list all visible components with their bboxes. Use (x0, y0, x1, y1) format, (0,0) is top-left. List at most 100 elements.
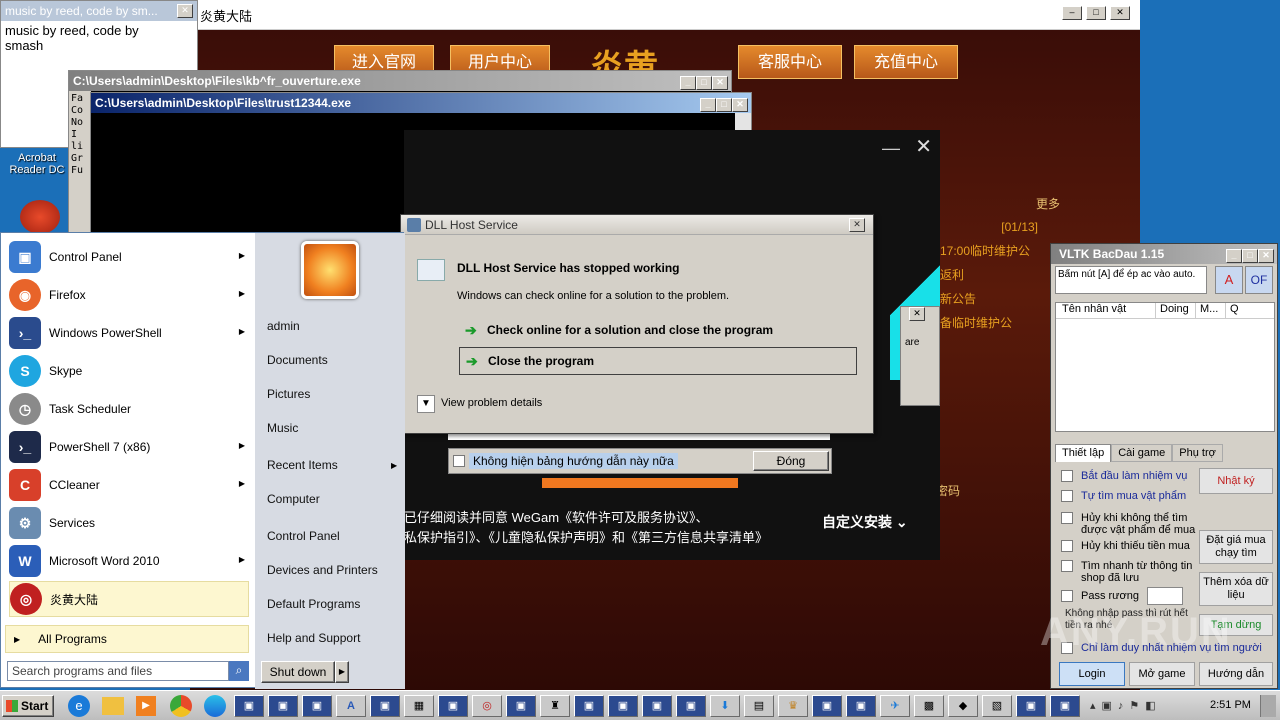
place-recent-items[interactable]: Recent Items (267, 458, 338, 472)
place-help-support[interactable]: Help and Support (267, 631, 360, 645)
close-icon[interactable]: ✕ (1258, 249, 1274, 263)
col-name[interactable]: Tên nhân vật (1056, 303, 1156, 318)
system-tray-icons[interactable]: ▴▣♪⚑◧ (1090, 699, 1162, 712)
news-item[interactable]: 新公告 (940, 287, 1050, 311)
place-documents[interactable]: Documents (267, 353, 328, 367)
taskbar-app[interactable]: ▣ (642, 695, 672, 717)
place-devices-printers[interactable]: Devices and Printers (267, 563, 378, 577)
clock[interactable]: 2:51 PM (1210, 699, 1251, 711)
taskbar-app[interactable]: ♜ (540, 695, 570, 717)
pass-input[interactable] (1147, 587, 1183, 605)
taskbar-app[interactable]: ▦ (404, 695, 434, 717)
shutdown-options-icon[interactable]: ▶ (335, 661, 349, 683)
agreement-line[interactable]: 已仔细阅读并同意 WeGam《软件许可及服务协议》、 (404, 508, 774, 528)
view-details-link[interactable]: View problem details (441, 397, 542, 409)
taskbar-app[interactable]: ✈ (880, 695, 910, 717)
news-more-link[interactable]: 更多 (1036, 195, 1060, 212)
minimize-icon[interactable]: – (1062, 6, 1082, 20)
taskbar-app[interactable]: ▣ (438, 695, 468, 717)
program-skype[interactable]: S Skype (9, 353, 251, 389)
taskbar-app[interactable]: ♛ (778, 695, 808, 717)
check-row[interactable]: Pass rương (1061, 590, 1139, 602)
checkbox[interactable] (1061, 590, 1073, 602)
hint-checkbox[interactable] (453, 455, 465, 467)
taskbar-app[interactable]: ▩ (914, 695, 944, 717)
taskbar-app[interactable]: ▣ (370, 695, 400, 717)
taskbar-app[interactable]: ▣ (846, 695, 876, 717)
minimize-icon[interactable]: _ (680, 76, 696, 90)
taskbar-app[interactable]: ▣ (574, 695, 604, 717)
agreement-line[interactable]: 私保护指引》、《儿童隐私保护声明》和《第三方信息共享清单》 (404, 528, 774, 548)
close-icon[interactable]: ✕ (177, 4, 193, 18)
edge-icon[interactable] (204, 695, 226, 717)
check-online-option[interactable]: ➔ Check online for a solution and close t… (459, 317, 857, 345)
news-item[interactable]: 备临时维护公 (940, 311, 1050, 335)
tab-support[interactable]: Phụ trợ (1172, 444, 1223, 462)
nav-customer-service[interactable]: 客服中心 (738, 45, 842, 79)
minimize-icon[interactable]: — (882, 138, 900, 159)
open-game-button[interactable]: Mở game (1129, 662, 1195, 686)
news-item[interactable]: 17:00临时维护公 (940, 239, 1050, 263)
check-row[interactable]: Bắt đầu làm nhiệm vụ (1061, 470, 1187, 482)
taskbar-app[interactable]: ▣ (268, 695, 298, 717)
program-firefox[interactable]: ◉ Firefox ▶ (9, 277, 251, 313)
maximize-icon[interactable]: □ (1242, 249, 1258, 263)
taskbar-app[interactable]: ▣ (608, 695, 638, 717)
check-row[interactable]: Hủy khi không thể tìm được vật phẩm để m… (1061, 512, 1201, 536)
all-programs-button[interactable]: ▶ All Programs (5, 625, 249, 653)
checkbox[interactable] (1061, 512, 1073, 524)
vltk-a-button[interactable]: A (1215, 266, 1243, 294)
maximize-icon[interactable]: □ (716, 98, 732, 112)
chevron-down-icon[interactable]: ▼ (417, 395, 435, 413)
folder-icon[interactable] (102, 697, 124, 715)
check-row[interactable]: Tìm nhanh từ thông tin shop đã lưu (1061, 560, 1201, 584)
news-item[interactable]: 返利 (940, 263, 1050, 287)
data-button[interactable]: Thêm xóa dữ liệu (1199, 572, 1273, 606)
tab-settings[interactable]: Thiết lập (1055, 444, 1112, 462)
taskbar-app[interactable]: ▣ (676, 695, 706, 717)
news-item[interactable]: [01/13] (940, 215, 1050, 239)
checkbox[interactable] (1061, 560, 1073, 572)
check-row[interactable]: Hủy khi thiếu tiền mua (1061, 540, 1190, 552)
taskbar-app[interactable]: ▣ (234, 695, 264, 717)
close-icon[interactable]: ✕ (849, 218, 865, 232)
taskbar-app[interactable]: ▧ (982, 695, 1012, 717)
tab-install[interactable]: Cài game (1111, 444, 1173, 462)
place-admin[interactable]: admin (267, 319, 300, 333)
start-search-input[interactable]: Search programs and files (7, 661, 229, 681)
search-icon[interactable]: ⌕ (229, 661, 249, 681)
checkbox[interactable] (1061, 540, 1073, 552)
custom-install-button[interactable]: 自定义安装 ⌄ (822, 512, 908, 532)
check-row[interactable]: Tự tìm mua vật phẩm (1061, 490, 1186, 502)
nav-recharge[interactable]: 充值中心 (854, 45, 958, 79)
program-control-panel[interactable]: ▣ Control Panel ▶ (9, 239, 251, 275)
shutdown-button[interactable]: Shut down (261, 661, 335, 683)
desktop-icon-partial[interactable] (20, 200, 60, 234)
close-program-option[interactable]: ➔ Close the program (459, 347, 857, 375)
col-m[interactable]: M... (1196, 303, 1226, 318)
maximize-icon[interactable]: □ (696, 76, 712, 90)
user-avatar[interactable] (301, 241, 359, 299)
col-q[interactable]: Q (1226, 303, 1266, 318)
program-ccleaner[interactable]: C CCleaner ▶ (9, 467, 251, 503)
set-price-button[interactable]: Đặt giá mua chạy tìm (1199, 530, 1273, 564)
close-icon[interactable]: ✕ (732, 98, 748, 112)
close-icon[interactable]: ✕ (915, 134, 932, 159)
chrome-icon[interactable] (170, 695, 192, 717)
taskbar-app[interactable]: ▣ (1050, 695, 1080, 717)
media-player-icon[interactable]: ▶ (136, 696, 156, 716)
taskbar-app[interactable]: ▣ (812, 695, 842, 717)
program-task-scheduler[interactable]: ◷ Task Scheduler (9, 391, 251, 427)
maximize-icon[interactable]: □ (1086, 6, 1106, 20)
log-button[interactable]: Nhật ký (1199, 468, 1273, 494)
col-doing[interactable]: Doing (1156, 303, 1196, 318)
taskbar-app[interactable]: ▤ (744, 695, 774, 717)
character-table[interactable]: Tên nhân vật Doing M... Q (1055, 302, 1275, 432)
place-music[interactable]: Music (267, 421, 298, 435)
show-desktop-button[interactable] (1260, 695, 1276, 717)
close-icon[interactable]: ✕ (909, 307, 925, 321)
place-control-panel[interactable]: Control Panel (267, 529, 340, 543)
close-icon[interactable]: ✕ (1110, 6, 1130, 20)
checkbox[interactable] (1061, 490, 1073, 502)
place-pictures[interactable]: Pictures (267, 387, 310, 401)
